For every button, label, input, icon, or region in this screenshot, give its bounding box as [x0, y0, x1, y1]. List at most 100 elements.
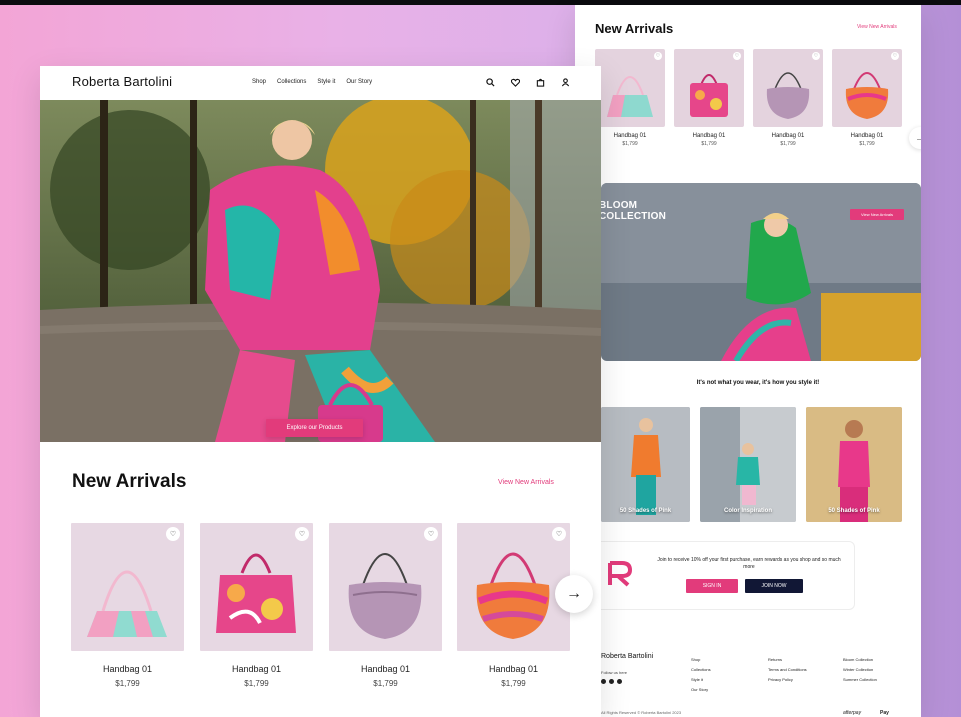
bag-icon[interactable] [535, 77, 545, 87]
view-new-arrivals-link[interactable]: View New Arrivals [498, 479, 554, 486]
footer-link[interactable]: Returns [768, 655, 807, 665]
signup-box: Join to receive 10% off your first purch… [581, 541, 855, 610]
product-name: Handbag 01 [613, 133, 647, 139]
footer-link[interactable]: Terms and Conditions [768, 665, 807, 675]
nav-our-story[interactable]: Our Story [346, 79, 372, 85]
product-card[interactable]: ♡ Handbag 01 $1,799 [832, 49, 902, 147]
lookbook-grid: 50 Shades of Pink Color Inspiration 50 S… [601, 407, 911, 522]
lookbook-tile[interactable]: 50 Shades of Pink [806, 407, 902, 522]
header-icons [485, 77, 570, 87]
facebook-icon[interactable] [617, 679, 622, 684]
footer-link[interactable]: Privacy Policy [768, 675, 807, 685]
product-price: $1,799 [115, 679, 140, 688]
social-icons [601, 679, 622, 684]
back-page-mockup: New Arrivals View New Arrivals ♡ Handbag… [575, 5, 921, 717]
product-card[interactable]: ♡ Handbag 01 $1,799 [71, 523, 184, 688]
product-image: ♡ [753, 49, 823, 127]
heart-icon[interactable]: ♡ [812, 52, 820, 60]
user-icon[interactable] [560, 77, 570, 87]
heart-icon[interactable]: ♡ [166, 527, 180, 541]
join-now-button[interactable]: JOIN NOW [745, 579, 803, 593]
nav-shop[interactable]: Shop [252, 79, 266, 85]
product-image: ♡ [329, 523, 442, 651]
instagram-icon[interactable] [601, 679, 606, 684]
product-name: Handbag 01 [771, 133, 805, 139]
product-card[interactable]: ♡ Handbag 01 $1,799 [674, 49, 744, 147]
product-name: Handbag 01 [692, 133, 726, 139]
bloom-view-button[interactable]: View New Arrivals [850, 209, 904, 220]
product-name: Handbag 01 [488, 664, 539, 674]
lookbook-tile[interactable]: Color Inspiration [700, 407, 796, 522]
product-card[interactable]: ♡ Handbag 01 $1,799 [457, 523, 570, 688]
new-arrivals-title: New Arrivals [72, 471, 187, 492]
heart-icon[interactable]: ♡ [295, 527, 309, 541]
product-card[interactable]: ♡ Handbag 01 $1,799 [329, 523, 442, 688]
product-image: ♡ [674, 49, 744, 127]
hero-image: Explore our Products [40, 100, 601, 442]
front-page-mockup: Roberta Bartolini Shop Collections Style… [40, 66, 601, 717]
main-nav: Shop Collections Style it Our Story [252, 79, 372, 85]
product-image: ♡ [832, 49, 902, 127]
footer-copyright: All Rights Reserved © Roberta Bartolini … [601, 710, 682, 715]
product-image: ♡ [200, 523, 313, 651]
footer-col-shop: Shop Collections Style it Our Story [691, 655, 711, 695]
nav-style-it[interactable]: Style it [317, 79, 335, 85]
heart-icon[interactable]: ♡ [891, 52, 899, 60]
heart-icon[interactable]: ♡ [733, 52, 741, 60]
bloom-collection-title: BLOOM COLLECTION [599, 200, 666, 222]
signup-text: Join to receive 10% off your first purch… [657, 557, 841, 570]
footer-link[interactable]: Shop [691, 655, 711, 665]
lookbook-tile[interactable]: 50 Shades of Pink [601, 407, 690, 522]
heart-icon[interactable]: ♡ [552, 527, 566, 541]
product-image: ♡ [457, 523, 570, 651]
product-price: $1,799 [859, 141, 875, 147]
new-arrivals-title: New Arrivals [595, 21, 674, 36]
view-new-arrivals-link[interactable]: View New Arrivals [857, 24, 897, 30]
tagline: It's not what you wear, it's how you sty… [696, 380, 820, 386]
product-price: $1,799 [373, 679, 398, 688]
afterpay-logo: afterpay [843, 710, 862, 716]
footer-follow-text: Follow us here [601, 670, 628, 675]
product-card[interactable]: ♡ Handbag 01 $1,799 [595, 49, 665, 147]
product-price: $1,799 [501, 679, 526, 688]
apple-pay-logo: Pay [880, 710, 889, 716]
footer-brand: Roberta Bartolini [601, 653, 654, 660]
product-name: Handbag 01 [850, 133, 884, 139]
new-arrivals-carousel: ♡ Handbag 01 $1,799 ♡ Handbag 01 $1,799 [595, 49, 921, 159]
product-name: Handbag 01 [231, 664, 282, 674]
footer-link[interactable]: Summer Collection [843, 675, 877, 685]
nav-collections[interactable]: Collections [277, 79, 306, 85]
product-price: $1,799 [780, 141, 796, 147]
product-name: Handbag 01 [102, 664, 153, 674]
product-image: ♡ [71, 523, 184, 651]
product-price: $1,799 [244, 679, 269, 688]
footer-col-policies: Returns Terms and Conditions Privacy Pol… [768, 655, 807, 685]
lookbook-label: 50 Shades of Pink [828, 508, 880, 514]
footer-link[interactable]: Collections [691, 665, 711, 675]
footer-link[interactable]: Bloom Collection [843, 655, 877, 665]
carousel-next-button[interactable]: → [555, 575, 593, 613]
brand-logo[interactable]: Roberta Bartolini [72, 74, 172, 89]
heart-icon[interactable]: ♡ [424, 527, 438, 541]
site-header: Roberta Bartolini Shop Collections Style… [40, 66, 601, 100]
product-price: $1,799 [701, 141, 717, 147]
product-card[interactable]: ♡ Handbag 01 $1,799 [200, 523, 313, 688]
heart-icon[interactable] [510, 77, 520, 87]
sign-in-button[interactable]: SIGN IN [686, 579, 738, 593]
product-name: Handbag 01 [360, 664, 411, 674]
explore-products-button[interactable]: Explore our Products [266, 419, 363, 437]
heart-icon[interactable]: ♡ [654, 52, 662, 60]
search-icon[interactable] [485, 77, 495, 87]
footer-link[interactable]: Style it [691, 675, 711, 685]
twitter-icon[interactable] [609, 679, 614, 684]
carousel-next-button[interactable]: → [909, 127, 921, 149]
brand-logo [608, 561, 632, 587]
lookbook-label: Color Inspiration [724, 508, 772, 514]
footer-link[interactable]: Winter Collection [843, 665, 877, 675]
footer-col-collections: Bloom Collection Winter Collection Summe… [843, 655, 877, 685]
lookbook-label: 50 Shades of Pink [619, 508, 672, 514]
product-image: ♡ [595, 49, 665, 127]
product-price: $1,799 [622, 141, 638, 147]
product-card[interactable]: ♡ Handbag 01 $1,799 [753, 49, 823, 147]
footer-link[interactable]: Our Story [691, 685, 711, 695]
